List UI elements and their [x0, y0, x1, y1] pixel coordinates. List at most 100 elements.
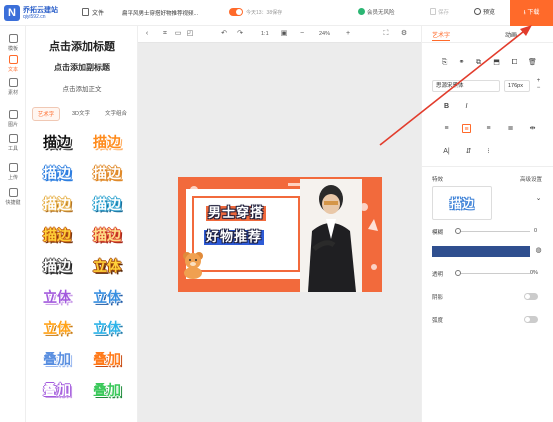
delete-icon[interactable]: 🗑 [528, 58, 537, 67]
layer-down-icon[interactable]: ⬒ [492, 58, 501, 67]
settings-icon[interactable]: ⚙ [400, 30, 408, 38]
rail-item-template[interactable]: 模板 [0, 34, 26, 52]
art-text-style[interactable]: 立体 [35, 287, 79, 309]
logo-url: qiyi592.cn [23, 14, 46, 20]
tab-art-text[interactable]: 艺术字 [32, 107, 60, 121]
properties-panel: 艺术字 动画 ⎘ ⚭ ⧉ ⬒ ⧠ 🗑 思源宋黑体 176px + − B I ≡… [421, 26, 553, 422]
download-button[interactable]: ⭳ 下载 [510, 0, 553, 26]
art-text-style[interactable]: 立体 [85, 287, 129, 309]
layers-icon[interactable]: ▭ [174, 30, 182, 38]
art-text-style[interactable]: 描边 [35, 194, 79, 216]
art-text-style[interactable]: 描边 [35, 132, 79, 154]
advanced-settings-link[interactable]: 高级设置 [520, 175, 542, 183]
art-text-style[interactable]: 叠加 [35, 349, 79, 371]
copy-style-icon[interactable]: ⎘ [440, 58, 449, 67]
line-height-icon[interactable]: ⇵ [464, 147, 473, 156]
zoom-out-icon[interactable]: − [298, 30, 306, 38]
file-menu[interactable]: 文件 [82, 8, 104, 17]
design-headline[interactable]: 男士穿搭 [206, 202, 267, 221]
effect-preview[interactable]: 描边 [432, 186, 492, 220]
art-text-style[interactable]: 描边 [85, 163, 129, 185]
blur-slider[interactable] [456, 231, 530, 232]
font-family-select[interactable]: 思源宋黑体 [432, 80, 500, 92]
format-icon[interactable]: ◰ [186, 30, 194, 38]
design-canvas[interactable]: 男士穿搭 好物推荐 [178, 177, 382, 292]
blur-value: 0 [534, 228, 538, 234]
art-text-style[interactable]: 描边 [35, 163, 79, 185]
duplicate-icon[interactable]: ⧠ [510, 58, 519, 67]
letter-spacing-icon[interactable]: ⇹ [528, 124, 537, 133]
rail-item-text[interactable]: 文本 [0, 55, 26, 73]
italic-icon[interactable]: I [462, 102, 471, 111]
palette-icon[interactable]: ◍ [534, 246, 543, 255]
logo[interactable]: N 乔拓云建站 qiyi592.cn [4, 3, 84, 23]
art-text-style[interactable]: 描边 [85, 225, 129, 247]
fullscreen-icon[interactable]: ⛶ [382, 30, 390, 38]
art-text-style[interactable]: 立体 [85, 256, 129, 278]
art-text-style[interactable]: 叠加 [85, 380, 129, 402]
opacity-slider[interactable] [456, 273, 530, 274]
color-swatch[interactable] [432, 246, 530, 257]
autosave-toggle[interactable] [229, 8, 243, 16]
art-text-style[interactable]: 叠加 [85, 349, 129, 371]
text-case-icon[interactable]: A| [442, 147, 451, 156]
crop-icon[interactable]: ⌗ [161, 30, 169, 38]
document-title[interactable]: 扁平风男士穿搭好物推荐视频... [122, 9, 198, 17]
redo-icon[interactable]: ↷ [236, 30, 244, 38]
add-title-button[interactable]: 点击添加标题 [26, 38, 138, 54]
undo-icon[interactable]: ↶ [220, 30, 228, 38]
art-text-style[interactable]: 描边 [35, 256, 79, 278]
add-subtitle-button[interactable]: 点击添加副标题 [26, 62, 138, 73]
file-label: 文件 [92, 11, 105, 17]
add-body-button[interactable]: 点击添加正文 [26, 83, 138, 93]
curve-toggle[interactable] [524, 316, 538, 323]
member-badge[interactable]: 会员无风险 [358, 8, 395, 16]
tab-art-text-settings[interactable]: 艺术字 [432, 30, 451, 41]
justify-icon[interactable]: ≣ [506, 124, 515, 133]
design-subheadline[interactable]: 好物推荐 [204, 226, 265, 245]
align-center-icon[interactable]: ≡ [462, 124, 471, 133]
rail-item-image[interactable]: 图片 [0, 110, 26, 128]
zoom-level[interactable]: 24% [319, 31, 330, 37]
rail-item-upload[interactable]: 上传 [0, 163, 26, 181]
link-icon[interactable]: ⚭ [457, 58, 466, 67]
save-button[interactable]: 保存 [430, 8, 449, 16]
art-text-style[interactable]: 描边 [35, 225, 79, 247]
art-text-style[interactable]: 叠加 [35, 380, 79, 402]
bold-icon[interactable]: B [442, 102, 451, 111]
font-size-select[interactable]: 176px [504, 80, 530, 92]
art-text-style[interactable]: 立体 [35, 318, 79, 340]
preview-button[interactable]: 预览 [474, 7, 495, 16]
tab-animation[interactable]: 动画 [505, 30, 517, 39]
tab-text-combo[interactable]: 文字组合 [100, 107, 132, 121]
list-icon[interactable]: ⁝ [484, 147, 493, 156]
fit-icon[interactable]: ▣ [280, 30, 288, 38]
layer-up-icon[interactable]: ⧉ [474, 58, 483, 67]
opacity-slider-handle[interactable] [455, 270, 461, 276]
rail-label: 工具 [7, 146, 18, 152]
rail-item-material[interactable]: 素材 [0, 78, 26, 96]
tab-3d-text[interactable]: 3D文字 [66, 107, 96, 121]
zoom-in-icon[interactable]: + [344, 30, 352, 38]
member-label: 会员无风险 [367, 10, 395, 16]
blur-slider-handle[interactable] [455, 228, 461, 234]
tool-icon [8, 134, 18, 143]
rail-label: 上传 [7, 175, 18, 181]
top-bar: N 乔拓云建站 qiyi592.cn 文件 扁平风男士穿搭好物推荐视频... 今… [0, 0, 553, 26]
save-icon [430, 8, 436, 15]
bear-sticker[interactable] [180, 249, 206, 279]
chevron-down-icon[interactable]: ⌄ [534, 194, 543, 203]
rail-item-tool[interactable]: 工具 [0, 134, 26, 152]
ratio-label[interactable]: 1:1 [261, 31, 269, 37]
back-icon[interactable]: ‹ [143, 30, 151, 38]
align-right-icon[interactable]: ≡ [484, 124, 493, 133]
shadow-toggle[interactable] [524, 293, 538, 300]
model-photo[interactable] [300, 179, 362, 292]
art-text-style[interactable]: 描边 [85, 132, 129, 154]
preview-icon [474, 8, 481, 15]
art-text-style[interactable]: 描边 [85, 194, 129, 216]
align-left-icon[interactable]: ≡ [442, 124, 451, 133]
rail-item-shortcut[interactable]: 快捷键 [0, 188, 26, 206]
size-decrease-icon[interactable]: − [534, 84, 543, 93]
art-text-style[interactable]: 立体 [85, 318, 129, 340]
